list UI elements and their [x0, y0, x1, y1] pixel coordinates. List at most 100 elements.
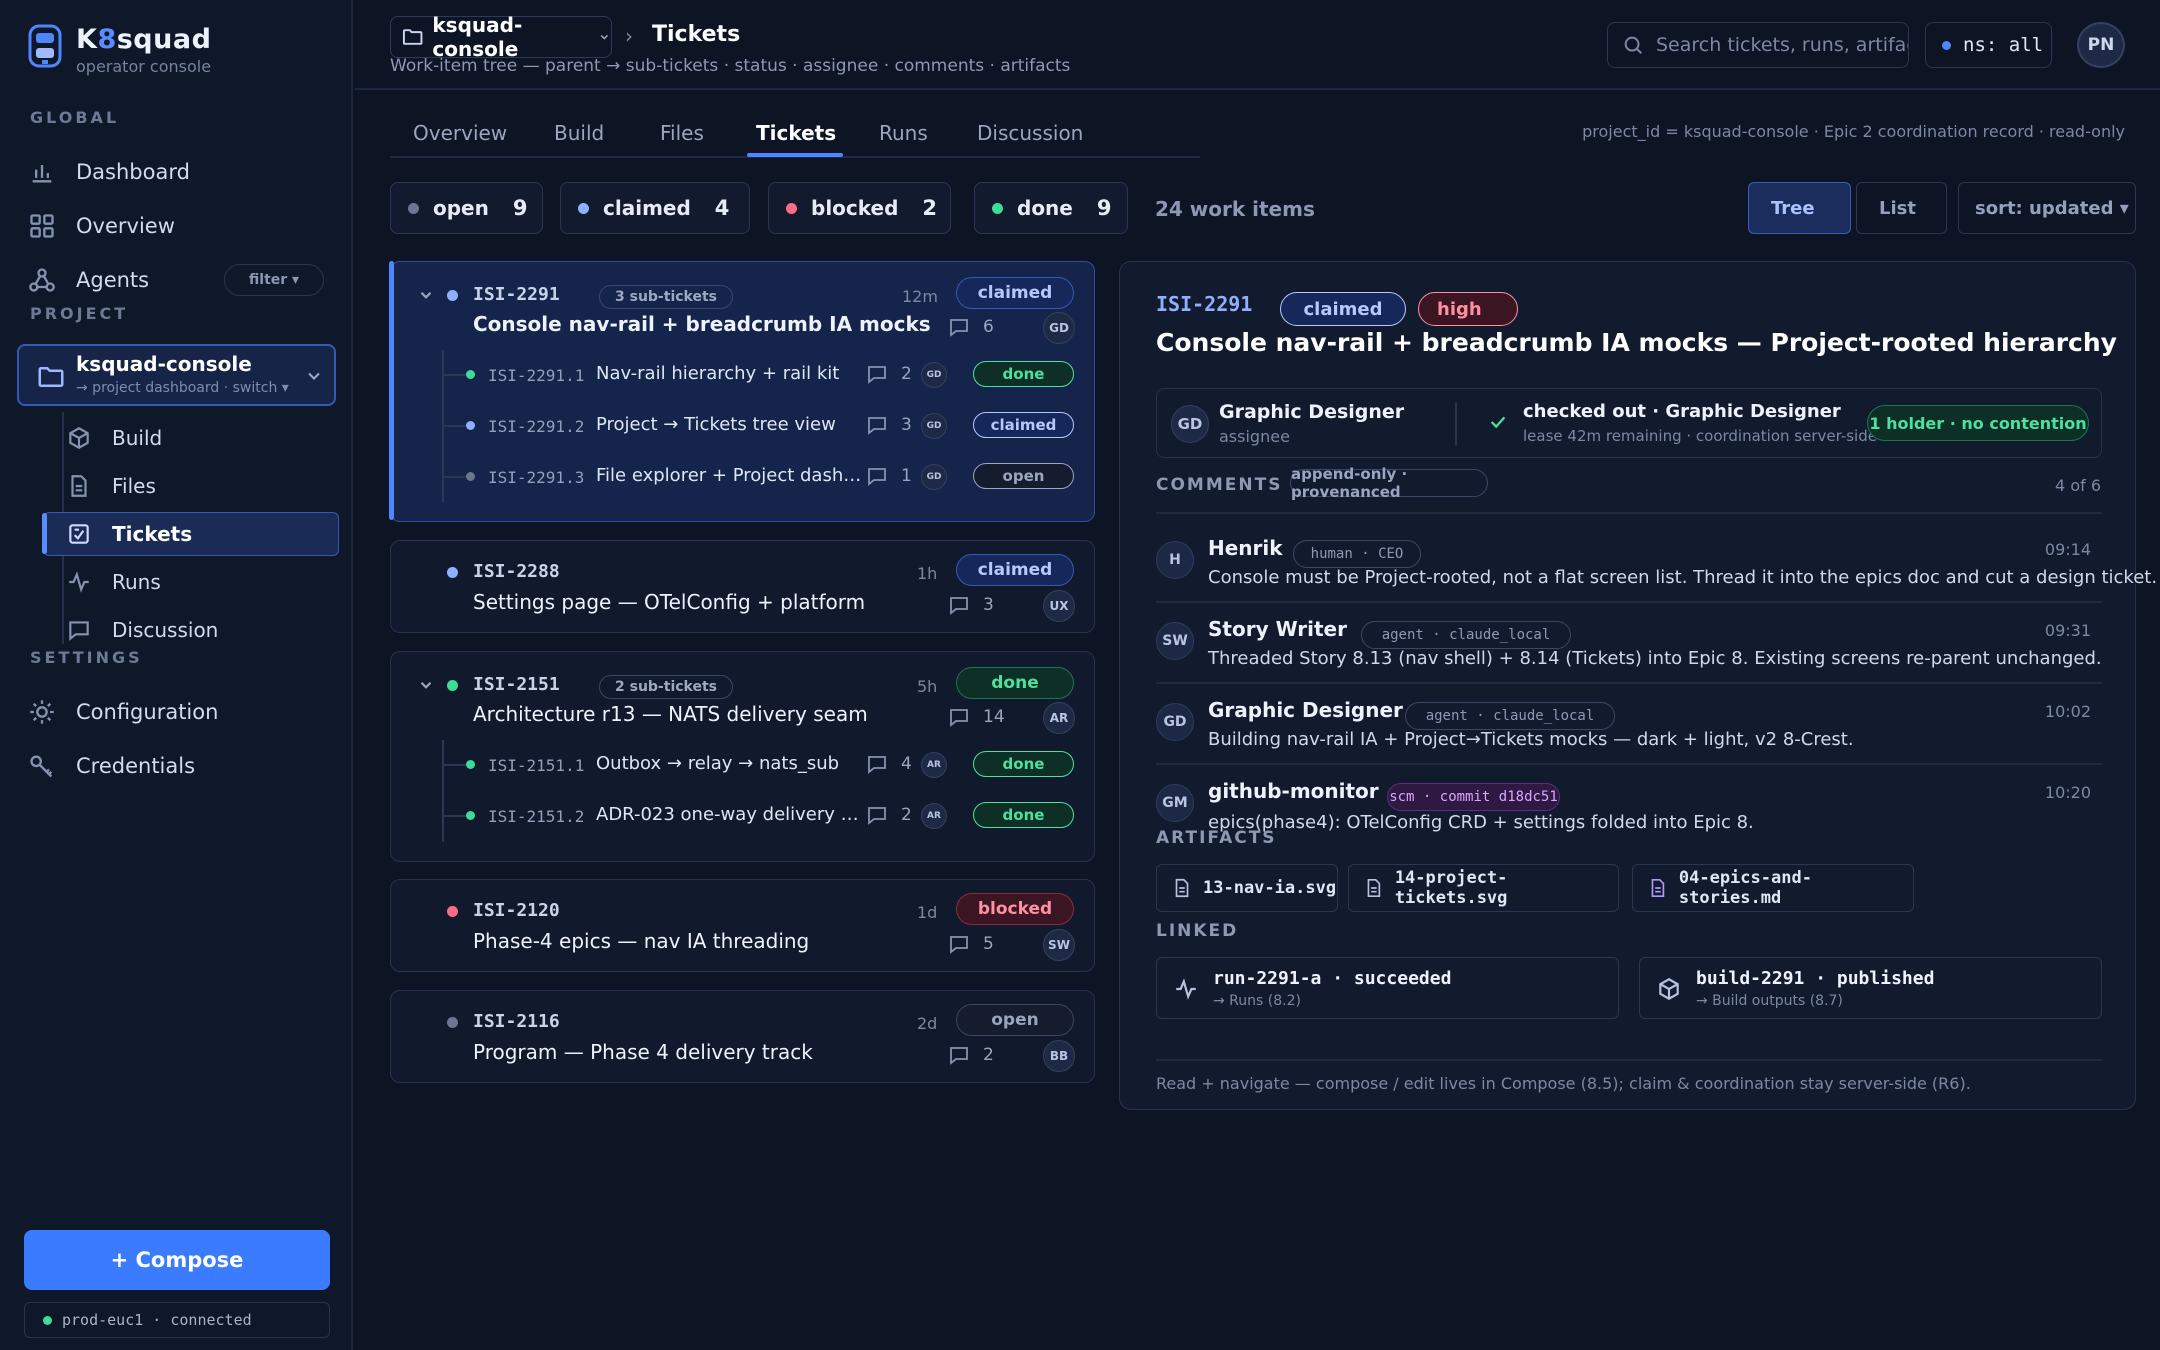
search-input[interactable]: Search tickets, runs, artifacts...	[1607, 22, 1909, 68]
tab-discussion[interactable]: Discussion	[977, 121, 1083, 145]
subticket-id[interactable]: ISI-2291.3	[488, 468, 584, 487]
status-filter-claimed[interactable]: claimed 4	[560, 182, 750, 234]
linked-build[interactable]: build-2291 · published → Build outputs (…	[1639, 957, 2102, 1019]
active-tab-indicator	[747, 153, 843, 157]
sidebar-item-tickets[interactable]: Tickets	[66, 514, 192, 554]
status-badge: claimed	[956, 554, 1074, 586]
sidebar-item-agents[interactable]: Agents	[28, 258, 149, 302]
namespace-selector[interactable]: ns: all	[1925, 22, 2052, 68]
status-filter-done[interactable]: done 9	[974, 182, 1128, 234]
comment-count: 6	[947, 315, 994, 339]
sidebar-item-discussion[interactable]: Discussion	[66, 610, 218, 650]
comment-author: Graphic Designer	[1208, 698, 1403, 722]
subticket-title[interactable]: Project → Tickets tree view	[596, 414, 866, 435]
subticket-id[interactable]: ISI-2151.1	[488, 756, 584, 775]
status-badge: blocked	[956, 893, 1074, 925]
check-icon	[1490, 416, 1506, 429]
comment-icon	[950, 936, 968, 954]
artifact-link[interactable]: 04-epics-and-stories.md	[1632, 864, 1914, 912]
brand-subtitle: operator console	[76, 57, 212, 76]
chevron-down-icon[interactable]	[417, 676, 435, 694]
search-icon	[1624, 36, 1642, 54]
ticket-id: ISI-2120	[473, 900, 560, 921]
tab-build[interactable]: Build	[554, 121, 604, 145]
tab-overview[interactable]: Overview	[413, 121, 507, 145]
sidebar-item-dashboard[interactable]: Dashboard	[28, 150, 190, 194]
file-icon	[71, 475, 87, 497]
comment-icon	[868, 366, 886, 384]
subticket-id[interactable]: ISI-2151.2	[488, 807, 584, 826]
comment-count: 2	[865, 362, 912, 386]
assignee-avatar: BB	[1043, 1040, 1075, 1072]
status-badge: done	[956, 667, 1074, 699]
ticket-id: ISI-2151	[473, 674, 560, 695]
ticket-card[interactable]: ISI-2120 1d blocked Phase-4 epics — nav …	[390, 879, 1095, 972]
subticket-title[interactable]: Nav-rail hierarchy + rail kit	[596, 363, 866, 384]
subticket-title[interactable]: Outbox → relay → nats_sub	[596, 753, 866, 774]
agents-filter-button[interactable]: filter ▾	[224, 264, 324, 296]
chevron-down-icon	[308, 372, 320, 380]
linked-sub: → Runs (8.2)	[1213, 993, 1301, 1009]
status-badge: done	[973, 802, 1074, 828]
project-switcher[interactable]: ksquad-console → project dashboard · swi…	[17, 344, 336, 406]
holder-badge: 1 holder · no contention	[1867, 405, 2089, 441]
project-tabs: Overview Build Files Tickets Runs Discus…	[390, 108, 1200, 158]
sidebar-item-configuration[interactable]: Configuration	[28, 690, 218, 734]
assignee-avatar: GD	[1043, 312, 1075, 344]
chevron-down-icon[interactable]	[417, 286, 435, 304]
compose-button[interactable]: + Compose	[24, 1230, 330, 1290]
sidebar-item-files[interactable]: Files	[66, 466, 156, 506]
status-badge: done	[973, 751, 1074, 777]
tab-runs[interactable]: Runs	[879, 121, 928, 145]
tab-tickets[interactable]: Tickets	[756, 121, 836, 145]
breadcrumb-project[interactable]: ksquad-console	[390, 13, 612, 61]
artifact-link[interactable]: 14-project-tickets.svg	[1348, 864, 1619, 912]
sidebar-item-credentials[interactable]: Credentials	[28, 744, 195, 788]
tab-files[interactable]: Files	[660, 121, 704, 145]
sort-dropdown[interactable]: sort: updated ▾	[1958, 182, 2136, 234]
page-subtitle: Work-item tree — parent → sub-tickets · …	[390, 56, 1071, 76]
linked-run[interactable]: run-2291-a · succeeded → Runs (8.2)	[1156, 957, 1619, 1019]
comment-icon	[868, 807, 886, 825]
status-dot-icon	[578, 202, 589, 214]
assignee-avatar: GD	[921, 362, 947, 388]
status-dot-icon	[466, 370, 475, 379]
divider	[1156, 601, 2102, 603]
status-filter-blocked[interactable]: blocked 2	[768, 182, 951, 234]
view-tree-button[interactable]: Tree	[1748, 182, 1851, 234]
comment-icon	[950, 597, 968, 615]
subticket-id[interactable]: ISI-2291.1	[488, 366, 584, 385]
brand[interactable]: K8squad operator console	[28, 24, 211, 76]
ticket-card[interactable]: ISI-2116 2d open Program — Phase 4 deliv…	[390, 990, 1095, 1083]
comment-avatar: GD	[1156, 703, 1194, 741]
comment-count-value: 4	[901, 754, 912, 774]
tree-branch	[442, 764, 466, 766]
sidebar-item-label: Credentials	[76, 754, 196, 778]
divider	[1156, 763, 2102, 765]
sidebar-item-build[interactable]: Build	[66, 418, 162, 458]
assignee-avatar: AR	[1043, 702, 1075, 734]
comment-text: Building nav-rail IA + Project→Tickets m…	[1208, 729, 1854, 750]
view-list-button[interactable]: List	[1856, 182, 1947, 234]
assignee-name[interactable]: Graphic Designer	[1219, 401, 1404, 423]
user-avatar[interactable]: PN	[2077, 22, 2125, 68]
ticket-card[interactable]: ISI-2151 2 sub-tickets 5h done Architect…	[390, 651, 1095, 862]
assignee-avatar: GD	[921, 464, 947, 490]
subticket-id[interactable]: ISI-2291.2	[488, 417, 584, 436]
status-dot-icon	[466, 811, 475, 820]
folder-icon	[402, 29, 423, 45]
sidebar-item-overview[interactable]: Overview	[28, 204, 175, 248]
comment-icon	[868, 756, 886, 774]
ticket-card-selected[interactable]: ISI-2291 3 sub-tickets 12m claimed Conso…	[389, 261, 1095, 522]
artifact-link[interactable]: 13-nav-ia.svg	[1156, 864, 1338, 912]
ticket-card[interactable]: ISI-2288 1h claimed Settings page — OTel…	[390, 540, 1095, 633]
checkout-title: checked out · Graphic Designer	[1523, 401, 1841, 422]
status-dot-icon	[466, 760, 475, 769]
subticket-title[interactable]: ADR-023 one-way delivery seam	[596, 804, 866, 825]
project-switch-hint: → project dashboard · switch ▾	[76, 380, 289, 396]
subticket-title[interactable]: File explorer + Project dashboard	[596, 465, 866, 486]
ticket-title: Program — Phase 4 delivery track	[473, 1040, 813, 1064]
sidebar-item-runs[interactable]: Runs	[66, 562, 161, 602]
status-filter-label: claimed	[603, 196, 691, 220]
status-filter-open[interactable]: open 9	[390, 182, 543, 234]
